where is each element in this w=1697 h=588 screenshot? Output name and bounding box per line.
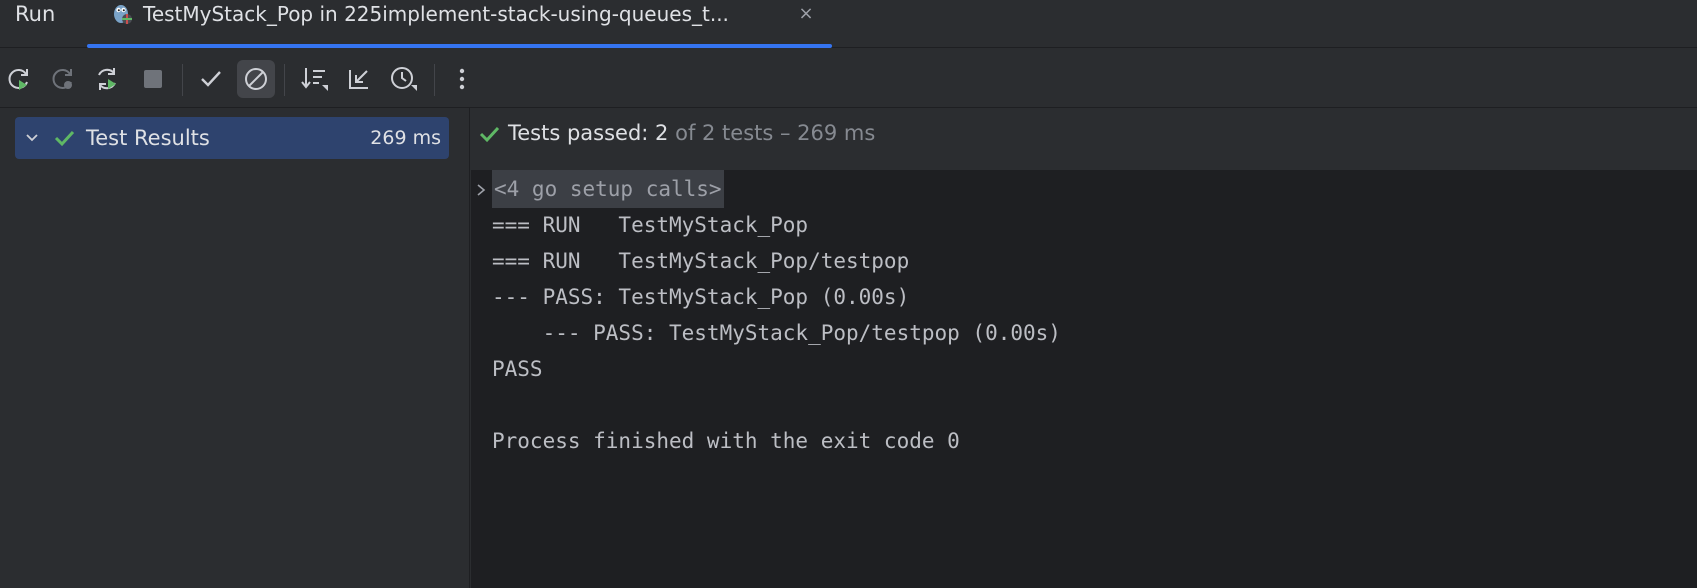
console-line: === RUN TestMyStack_Pop (492, 213, 809, 237)
collapse-all-icon (349, 70, 368, 89)
rerun-failed-button[interactable] (44, 60, 82, 98)
show-passed-button[interactable] (192, 60, 230, 98)
stop-icon (144, 70, 162, 88)
console-line: Process finished with the exit code 0 (492, 429, 960, 453)
toggle-auto-test-icon (98, 68, 116, 90)
rerun-icon (8, 69, 28, 90)
test-runner-toolbar (0, 48, 1697, 108)
test-status-text: Tests passed: 2 of 2 tests – 269 ms (508, 108, 875, 158)
toolbar-separator (182, 64, 183, 96)
test-history-icon (391, 67, 417, 91)
console-output[interactable]: <4 go setup calls> === RUN TestMyStack_P… (471, 170, 1697, 588)
chevron-right-icon[interactable] (474, 180, 488, 198)
tree-item-duration: 269 ms (370, 127, 441, 149)
close-tab-icon[interactable]: × (795, 2, 817, 26)
run-configuration-tab[interactable]: TestMyStack_Pop in 225implement-stack-us… (87, 0, 832, 48)
console-line: --- PASS: TestMyStack_Pop/testpop (0.00s… (492, 321, 1061, 345)
status-summary-text: of 2 tests – 269 ms (668, 121, 876, 145)
rerun-failed-icon (52, 69, 72, 89)
tree-item-test-results[interactable]: Test Results 269 ms (15, 117, 449, 159)
run-tab-label: TestMyStack_Pop in 225implement-stack-us… (143, 2, 729, 26)
tree-item-label: Test Results (86, 126, 210, 150)
go-test-gopher-icon (111, 2, 133, 26)
chevron-down-icon[interactable] (23, 129, 41, 147)
run-tool-window: Run TestMyStack_Pop in 225implement-stac… (0, 0, 1697, 588)
collapse-all-button[interactable] (340, 60, 378, 98)
toggle-auto-test-button[interactable] (88, 60, 126, 98)
test-status-bar: Tests passed: 2 of 2 tests – 269 ms (471, 108, 1697, 170)
show-ignored-button[interactable] (237, 60, 275, 98)
console-line: PASS (492, 357, 543, 381)
sort-icon (301, 68, 328, 91)
folded-setup-calls[interactable]: <4 go setup calls> (492, 170, 724, 208)
passed-check-icon (478, 124, 500, 144)
console-line: === RUN TestMyStack_Pop/testpop (492, 249, 910, 273)
rerun-button[interactable] (0, 60, 38, 98)
show-ignored-icon (245, 68, 267, 90)
status-main-text: Tests passed: 2 (508, 121, 669, 145)
test-history-button[interactable] (385, 60, 423, 98)
console-line: --- PASS: TestMyStack_Pop (0.00s) (492, 285, 910, 309)
stop-button[interactable] (134, 60, 172, 98)
show-passed-icon (201, 71, 221, 87)
more-options-button[interactable] (443, 60, 481, 98)
toolbar-separator (284, 64, 285, 96)
test-tree-panel: Test Results 269 ms (0, 108, 470, 588)
passed-check-icon (53, 128, 75, 148)
more-options-icon (459, 68, 465, 90)
sort-button[interactable] (296, 60, 334, 98)
tool-window-title: Run (15, 2, 56, 26)
toolbar-separator (434, 64, 435, 96)
tool-window-header: Run TestMyStack_Pop in 225implement-stac… (0, 0, 1697, 48)
test-output-panel: Tests passed: 2 of 2 tests – 269 ms <4 g… (471, 108, 1697, 588)
